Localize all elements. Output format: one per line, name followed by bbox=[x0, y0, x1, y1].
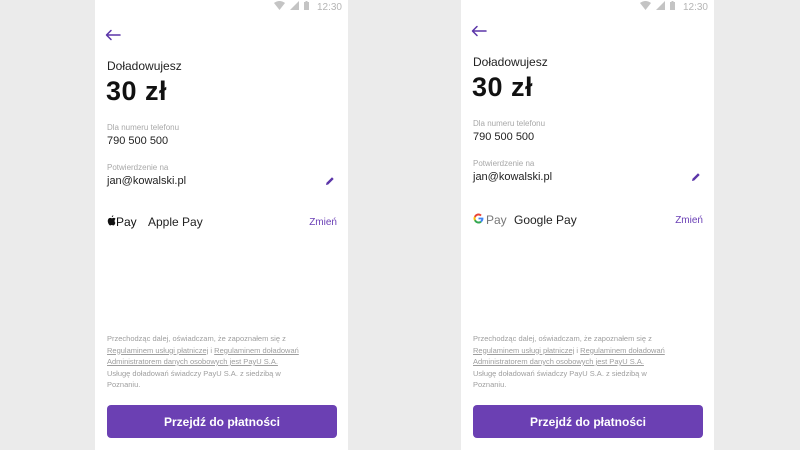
legal-line: Poznaniu. bbox=[107, 380, 141, 389]
payment-terms-link[interactable]: Regulaminem usługi płatniczej bbox=[107, 346, 208, 355]
confirmation-email: jan@kowalski.pl bbox=[473, 171, 553, 183]
arrow-left-icon bbox=[105, 28, 121, 46]
status-bar: 12:30 bbox=[461, 0, 714, 14]
data-admin-link[interactable]: Administratorem danych osobowych jest Pa… bbox=[107, 357, 278, 366]
status-time: 12:30 bbox=[682, 1, 708, 13]
confirmation-label: Potwierdzenie na bbox=[473, 159, 535, 168]
topup-terms-link[interactable]: Regulaminem doładowań bbox=[580, 346, 665, 355]
arrow-left-icon bbox=[471, 24, 487, 42]
page-title: Doładowujesz bbox=[473, 55, 548, 69]
phone-screen-google-pay: 12:30 Doładowujesz 30 zł Dla numeru tele… bbox=[461, 0, 714, 450]
page-title: Doładowujesz bbox=[107, 59, 182, 73]
signal-icon bbox=[655, 1, 665, 13]
legal-notice: Przechodząc dalej, oświadczam, że zapozn… bbox=[473, 333, 700, 391]
apple-pay-logo: Pay bbox=[107, 215, 147, 229]
legal-line: Administratorem danych osobowych jest Pa… bbox=[107, 356, 334, 368]
apple-icon bbox=[107, 215, 116, 229]
confirmation-email: jan@kowalski.pl bbox=[107, 175, 187, 187]
legal-line: Regulaminem usługi płatniczej i Regulami… bbox=[473, 345, 700, 357]
legal-line: Usługę doładowań świadczy PayU S.A. z si… bbox=[107, 368, 281, 378]
legal-line: Usługę doładowań świadczy PayU S.A. z si… bbox=[473, 368, 647, 378]
proceed-to-payment-button[interactable]: Przejdź do płatności bbox=[473, 405, 703, 438]
pencil-icon bbox=[325, 173, 335, 191]
payment-method-row: Pay Google Pay Zmień bbox=[473, 211, 703, 229]
payment-terms-link[interactable]: Regulaminem usługi płatniczej bbox=[473, 346, 574, 355]
payment-method-name: Google Pay bbox=[514, 213, 577, 227]
pay-logo-text: Pay bbox=[486, 213, 507, 227]
legal-line: Regulaminem usługi płatniczej i Regulami… bbox=[107, 345, 334, 357]
back-button[interactable] bbox=[471, 24, 493, 42]
wifi-icon bbox=[273, 1, 285, 13]
topup-amount: 30 zł bbox=[106, 76, 168, 106]
google-pay-logo: Pay bbox=[473, 213, 513, 227]
legal-line: Poznaniu. bbox=[473, 380, 507, 389]
signal-icon bbox=[289, 1, 299, 13]
status-time: 12:30 bbox=[316, 1, 342, 13]
legal-line: Administratorem danych osobowych jest Pa… bbox=[473, 356, 700, 368]
battery-icon bbox=[303, 1, 309, 13]
battery-icon bbox=[669, 1, 675, 13]
edit-email-button[interactable] bbox=[323, 175, 337, 189]
proceed-to-payment-button[interactable]: Przejdź do płatności bbox=[107, 405, 337, 438]
payment-method-row: Pay Apple Pay Zmień bbox=[107, 213, 337, 231]
legal-line: Przechodząc dalej, oświadczam, że zapozn… bbox=[107, 334, 286, 343]
legal-notice: Przechodząc dalej, oświadczam, że zapozn… bbox=[107, 333, 334, 391]
edit-email-button[interactable] bbox=[689, 171, 703, 185]
pay-logo-text: Pay bbox=[116, 215, 137, 229]
payment-method-name: Apple Pay bbox=[148, 215, 203, 229]
change-payment-link[interactable]: Zmień bbox=[675, 215, 703, 226]
confirmation-label: Potwierdzenie na bbox=[107, 163, 169, 172]
phone-screen-apple-pay: 12:30 Doładowujesz 30 zł Dla numeru tele… bbox=[95, 0, 348, 450]
pencil-icon bbox=[691, 169, 701, 187]
google-g-icon bbox=[473, 213, 484, 227]
phone-number-value: 790 500 500 bbox=[473, 131, 535, 143]
status-bar: 12:30 bbox=[95, 0, 348, 14]
change-payment-link[interactable]: Zmień bbox=[309, 217, 337, 228]
topup-terms-link[interactable]: Regulaminem doładowań bbox=[214, 346, 299, 355]
topup-amount: 30 zł bbox=[472, 72, 534, 102]
phone-number-value: 790 500 500 bbox=[107, 135, 169, 147]
back-button[interactable] bbox=[105, 28, 127, 46]
phone-number-label: Dla numeru telefonu bbox=[107, 123, 180, 132]
data-admin-link[interactable]: Administratorem danych osobowych jest Pa… bbox=[473, 357, 644, 366]
legal-line: Przechodząc dalej, oświadczam, że zapozn… bbox=[473, 334, 652, 343]
wifi-icon bbox=[639, 1, 651, 13]
phone-number-label: Dla numeru telefonu bbox=[473, 119, 546, 128]
